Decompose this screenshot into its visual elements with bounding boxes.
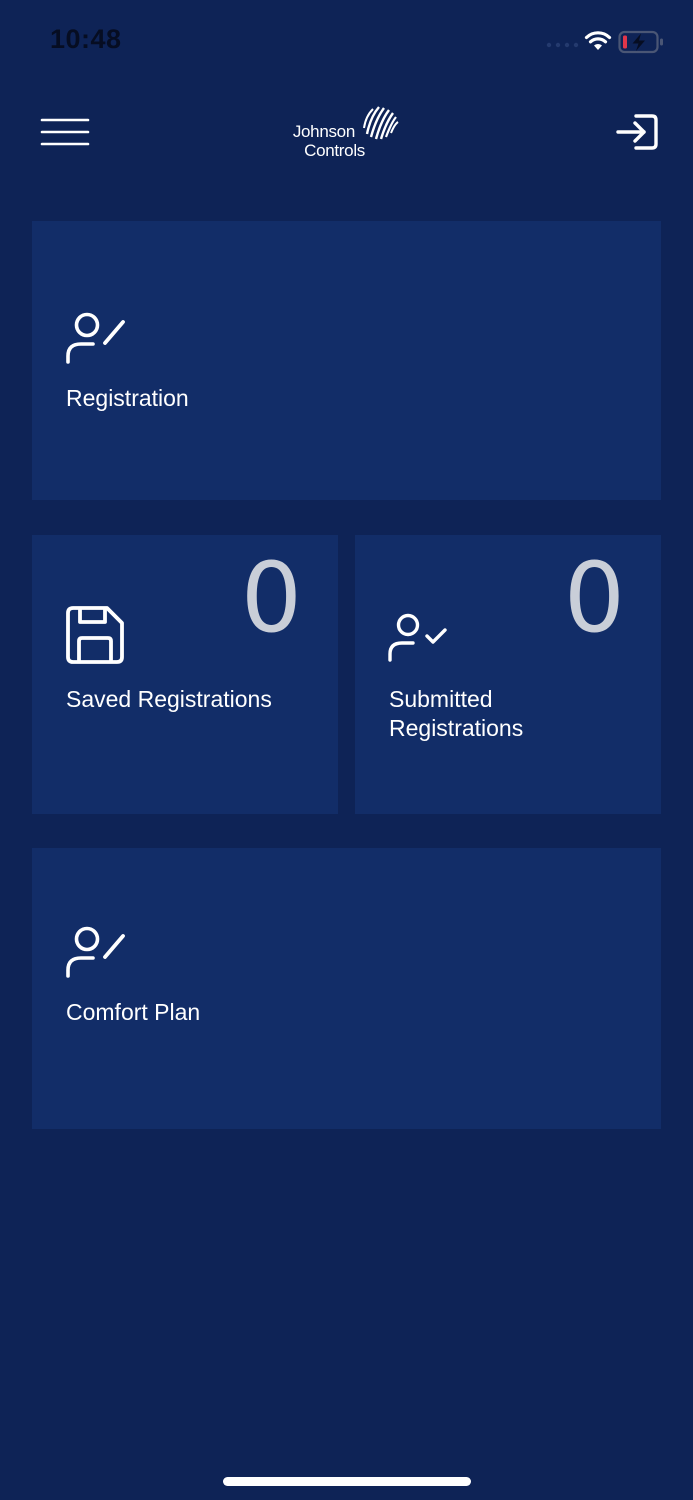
submitted-registrations-tile[interactable]: 0 Submitted Registrations bbox=[355, 535, 661, 814]
hamburger-menu-icon[interactable] bbox=[38, 114, 92, 150]
logo-globe-icon bbox=[363, 106, 399, 140]
saved-count: 0 bbox=[240, 542, 302, 654]
wifi-icon bbox=[584, 31, 612, 50]
home-indicator[interactable] bbox=[223, 1477, 471, 1486]
status-bar: 10:48 bbox=[0, 0, 693, 84]
saved-registrations-label: Saved Registrations bbox=[66, 686, 272, 712]
logo-line1: Johnson bbox=[292, 122, 355, 141]
sign-in-arrow-icon[interactable] bbox=[612, 110, 662, 154]
saved-registrations-tile[interactable]: 0 Saved Registrations bbox=[32, 535, 338, 814]
registration-tile[interactable]: Registration bbox=[32, 221, 661, 500]
registration-label: Registration bbox=[66, 385, 189, 411]
submitted-count: 0 bbox=[563, 542, 625, 654]
logo-text: Johnson Controls bbox=[283, 122, 365, 160]
home-screen: 10:48 Johnson Controls Registration 0 Sa… bbox=[0, 0, 693, 1500]
floppy-disk-icon bbox=[66, 606, 124, 664]
battery-charging-icon bbox=[618, 30, 663, 54]
johnson-controls-logo: Johnson Controls bbox=[283, 104, 403, 162]
submitted-label-line1: Submitted bbox=[389, 686, 493, 712]
status-time: 10:48 bbox=[50, 24, 122, 54]
cellular-signal-icon bbox=[546, 42, 579, 48]
submitted-label-line2: Registrations bbox=[389, 715, 524, 741]
comfort-plan-label: Comfort Plan bbox=[66, 999, 201, 1025]
logo-line2: Controls bbox=[304, 141, 365, 160]
comfort-plan-tile[interactable]: Comfort Plan bbox=[32, 848, 661, 1129]
user-edit-icon bbox=[66, 926, 125, 978]
user-check-icon bbox=[388, 613, 447, 662]
app-header: Johnson Controls bbox=[0, 84, 693, 184]
submitted-registrations-label: Submitted Registrations bbox=[389, 685, 523, 743]
user-edit-icon bbox=[66, 312, 125, 364]
